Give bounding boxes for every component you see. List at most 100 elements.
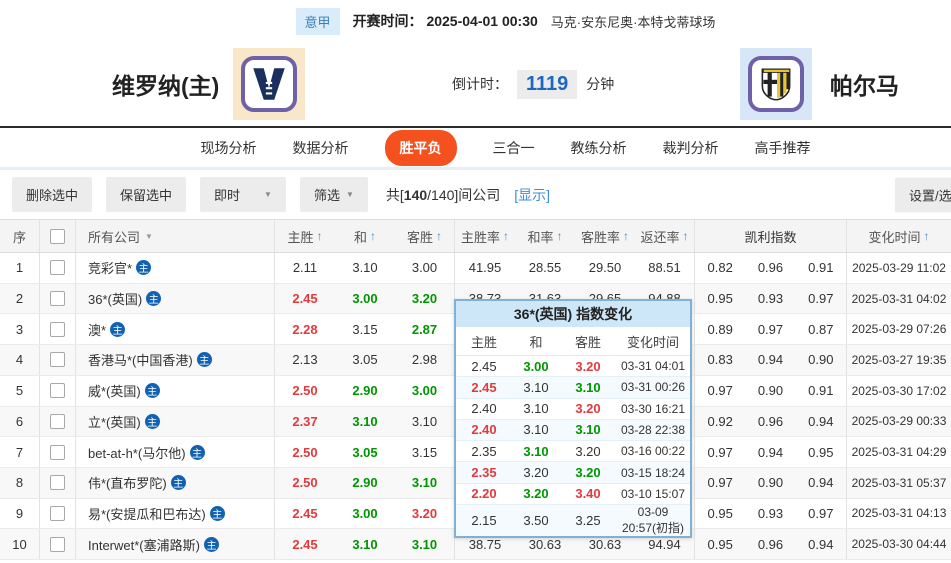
kelly-value: 0.96 xyxy=(757,260,784,276)
row-checkbox[interactable] xyxy=(50,536,65,552)
main-company-badge-icon: 主 xyxy=(144,413,160,429)
popup-title: 36*(英国) 指数变化 xyxy=(456,301,690,327)
odds-value[interactable]: 3.00 xyxy=(395,375,455,406)
countdown: 倒计时： 1119 分钟 xyxy=(452,42,614,126)
row-checkbox[interactable] xyxy=(50,291,65,307)
odds-value[interactable]: 3.20 xyxy=(395,498,455,529)
odds-value[interactable]: 2.98 xyxy=(395,345,455,375)
odds-value[interactable]: 3.10 xyxy=(395,529,455,560)
kelly-value: 0.96 xyxy=(757,413,784,429)
odds-value[interactable]: 2.45 xyxy=(275,499,335,529)
row-checkbox[interactable] xyxy=(50,383,65,399)
odds-value[interactable]: 3.10 xyxy=(395,467,455,498)
row-index: 4 xyxy=(0,345,40,375)
odds-value[interactable]: 2.87 xyxy=(395,314,455,345)
chevron-down-icon: ▼ xyxy=(264,190,272,199)
odds-value[interactable]: 2.90 xyxy=(335,468,395,498)
kelly-value: 0.97 xyxy=(707,475,733,491)
show-link[interactable]: [显示] xyxy=(514,185,550,205)
company-name[interactable]: 竞彩官* xyxy=(88,258,132,277)
tab-三合一[interactable]: 三合一 xyxy=(493,138,535,158)
odds-value[interactable]: 2.45 xyxy=(275,284,335,314)
company-cell: 澳* 主 xyxy=(76,314,275,345)
popup-odds-value: 3.20 xyxy=(523,486,549,502)
delete-selected-button[interactable]: 删除选中 xyxy=(12,177,93,212)
row-checkbox[interactable] xyxy=(50,352,65,368)
tab-现场分析[interactable]: 现场分析 xyxy=(201,138,257,158)
company-name[interactable]: bet-at-h*(马尔他) xyxy=(88,443,186,462)
odds-value[interactable]: 3.00 xyxy=(335,284,395,314)
row-checkbox[interactable] xyxy=(50,321,65,337)
odds-value[interactable]: 3.10 xyxy=(335,529,395,559)
company-name[interactable]: Interwet*(塞浦路斯) xyxy=(88,535,200,554)
odds-value[interactable]: 2.50 xyxy=(275,376,335,406)
odds-change-popup: 36*(英国) 指数变化 主胜 和 客胜 变化时间 2.45 3.00 3.20 03-31… xyxy=(454,299,692,538)
row-checkbox[interactable] xyxy=(50,475,65,491)
col-away-rate[interactable]: 客胜率 ↑ xyxy=(575,220,635,252)
col-home-odds[interactable]: 主胜 ↑ xyxy=(275,220,335,252)
odds-value[interactable]: 2.45 xyxy=(275,529,335,559)
kelly-value: 0.97 xyxy=(707,383,733,399)
company-name[interactable]: 易*(安提瓜和巴布达) xyxy=(88,504,206,523)
tab-裁判分析[interactable]: 裁判分析 xyxy=(663,138,719,158)
odds-value[interactable]: 2.50 xyxy=(275,437,335,467)
col-home-rate[interactable]: 主胜率 ↑ xyxy=(455,220,515,252)
row-checkbox[interactable] xyxy=(50,505,65,521)
popup-odds-value: 3.10 xyxy=(523,443,549,459)
odds-value[interactable]: 3.10 xyxy=(335,253,395,283)
odds-value[interactable]: 3.10 xyxy=(335,407,395,437)
odds-value[interactable]: 3.05 xyxy=(335,437,395,467)
row-checkbox[interactable] xyxy=(50,444,65,460)
odds-value[interactable]: 3.15 xyxy=(395,437,455,467)
odds-value[interactable]: 2.13 xyxy=(275,345,335,375)
odds-value[interactable]: 3.00 xyxy=(335,499,395,529)
kickoff-label: 开赛时间： xyxy=(352,13,423,29)
odds-value[interactable]: 3.05 xyxy=(335,345,395,375)
tab-高手推荐[interactable]: 高手推荐 xyxy=(755,138,811,158)
tab-胜平负[interactable]: 胜平负 xyxy=(384,129,457,166)
odds-value[interactable]: 2.28 xyxy=(275,314,335,344)
main-company-badge-icon: 主 xyxy=(144,383,160,399)
company-name[interactable]: 伟*(直布罗陀) xyxy=(88,473,167,492)
popup-odds-value: 3.20 xyxy=(523,465,549,481)
main-company-badge-icon: 主 xyxy=(209,505,225,521)
tab-数据分析[interactable]: 数据分析 xyxy=(293,138,349,158)
col-draw-odds[interactable]: 和 ↑ xyxy=(335,220,395,252)
col-away-odds[interactable]: 客胜 ↑ xyxy=(395,220,455,252)
col-return-rate[interactable]: 返还率 ↑ xyxy=(635,220,695,252)
company-name[interactable]: 威*(英国) xyxy=(88,381,141,400)
odds-value[interactable]: 3.00 xyxy=(395,253,455,283)
kelly-value: 0.87 xyxy=(808,321,834,337)
chevron-down-icon: ▼ xyxy=(345,190,354,199)
odds-value[interactable]: 2.37 xyxy=(275,407,335,437)
company-name[interactable]: 立*(英国) xyxy=(88,412,141,431)
col-draw-rate[interactable]: 和率 ↑ xyxy=(515,220,575,252)
company-name[interactable]: 香港马*(中国香港) xyxy=(88,350,193,369)
col-index: 序 xyxy=(0,220,40,252)
settings-select-button[interactable]: 设置/选择 xyxy=(895,177,951,212)
company-cell: 竞彩官* 主 xyxy=(76,253,275,283)
col-change-time[interactable]: 变化时间 ↑ xyxy=(847,220,951,252)
instant-dropdown[interactable]: 即时 ▼ xyxy=(200,177,286,212)
popup-odds-value: 3.40 xyxy=(575,486,601,502)
odds-value[interactable]: 2.90 xyxy=(335,376,395,406)
filter-dropdown[interactable]: 筛选 ▼ xyxy=(299,177,368,212)
select-all-checkbox[interactable] xyxy=(50,228,65,244)
popup-odds-value: 2.15 xyxy=(471,512,497,528)
odds-value[interactable]: 3.15 xyxy=(335,314,395,344)
row-checkbox[interactable] xyxy=(50,413,65,429)
company-name[interactable]: 36*(英国) xyxy=(88,289,142,308)
kickoff-time: 开赛时间： 2025-04-01 00:30 xyxy=(353,11,538,31)
odds-value[interactable]: 3.20 xyxy=(395,283,455,314)
odds-value[interactable]: 2.50 xyxy=(275,468,335,498)
tab-教练分析[interactable]: 教练分析 xyxy=(571,138,627,158)
kelly-cell: 0.83 0.94 0.90 xyxy=(695,345,847,375)
change-time: 2025-03-29 00:33 xyxy=(851,414,947,429)
odds-value[interactable]: 3.10 xyxy=(395,406,455,437)
odds-value[interactable]: 2.11 xyxy=(275,253,335,283)
keep-selected-button[interactable]: 保留选中 xyxy=(106,177,187,212)
company-name[interactable]: 澳* xyxy=(88,320,106,339)
row-checkbox[interactable] xyxy=(50,260,65,276)
col-company[interactable]: 所有公司 ▼ xyxy=(76,220,275,252)
company-cell: 易*(安提瓜和巴布达) 主 xyxy=(76,498,275,529)
